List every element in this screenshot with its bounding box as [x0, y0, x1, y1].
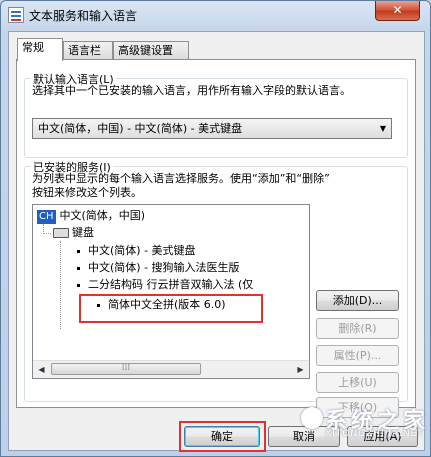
horizontal-scrollbar[interactable]: ◀ ⁞⁞⁞ ▶ [33, 360, 309, 378]
properties-button[interactable]: 属性(P)... [316, 345, 399, 366]
close-button[interactable]: ✕ [375, 1, 420, 21]
bullet-icon [97, 303, 100, 307]
dialog-body: 常规 语言栏 高级键设置 默认输入语言(L) 选择其中一个已安装的输入语言，用作… [8, 31, 425, 452]
tree-item-label: 中文(简体) - 搜狗输入法医生版 [88, 261, 240, 274]
dialog-window: 文本服务和输入语言 ✕ 常规 语言栏 高级键设置 默认输入语言(L) 选择其中一… [0, 0, 431, 457]
tree-language-label: 中文(简体，中国) [59, 209, 146, 222]
window-title: 文本服务和输入语言 [29, 9, 138, 23]
tree-item-label: 简体中文全拼(版本 6.0) [108, 298, 226, 311]
watermark-logo-icon [301, 407, 323, 429]
tree-connector [60, 241, 61, 329]
installed-services-description-2: 按钮来修改这个列表。 [32, 186, 142, 199]
ok-button[interactable]: 确定 [184, 426, 260, 447]
tree-category-node[interactable]: 键盘 [53, 225, 94, 241]
keyboard-icon [53, 228, 69, 238]
tree-item[interactable]: 简体中文全拼(版本 6.0) [97, 297, 226, 313]
scrollbar-thumb[interactable]: ⁞⁞⁞ [51, 363, 201, 375]
bullet-icon [77, 283, 80, 287]
default-language-value: 中文(简体，中国) - 中文(简体) - 美式键盘 [38, 122, 243, 135]
tree-item[interactable]: 中文(简体) - 搜狗输入法医生版 [77, 260, 240, 276]
default-language-select[interactable]: 中文(简体，中国) - 中文(简体) - 美式键盘 ▼ [32, 118, 392, 139]
remove-button[interactable]: 删除(R) [316, 318, 399, 339]
installed-services-description: 为列表中显示的每个输入语言选择服务。使用“添加”和“删除” [32, 172, 330, 185]
watermark-subtext: XITONGZHIJIA.NET [325, 429, 424, 439]
tab-general[interactable]: 常规 [17, 38, 63, 61]
title-bar[interactable]: 文本服务和输入语言 ✕ [1, 1, 430, 29]
tree-item-label: 中文(简体) - 美式键盘 [88, 244, 196, 257]
tree-connector [43, 233, 51, 234]
services-tree[interactable]: CH 中文(简体，中国) 键盘 中文(简体) - 美式键盘 中文(简体) - 搜狗… [32, 204, 310, 379]
tree-language-node[interactable]: CH 中文(简体，中国) [37, 208, 145, 224]
tree-item[interactable]: 中文(简体) - 美式键盘 [77, 243, 196, 259]
tab-panel-general: 默认输入语言(L) 选择其中一个已安装的输入语言，用作所有输入字段的默认语言。 … [16, 59, 416, 418]
scroll-right-icon[interactable]: ▶ [292, 361, 309, 378]
default-language-description: 选择其中一个已安装的输入语言，用作所有输入字段的默认语言。 [32, 84, 351, 97]
tab-advanced-key-settings[interactable]: 高级键设置 [113, 41, 189, 59]
tree-item-label: 二分结构码 行云拼音双输入法 (仅 [88, 278, 254, 291]
move-up-button[interactable]: 上移(U) [316, 372, 399, 393]
tree-category-label: 键盘 [72, 226, 94, 239]
watermark: 系统之家 XITONGZHIJIA.NET [301, 401, 426, 445]
bullet-icon [77, 266, 80, 270]
bullet-icon [77, 249, 80, 253]
chevron-down-icon: ▼ [379, 124, 386, 133]
scroll-left-icon[interactable]: ◀ [33, 361, 50, 378]
app-icon [8, 7, 24, 23]
tree-item[interactable]: 二分结构码 行云拼音双输入法 (仅 [77, 277, 253, 293]
tab-language-bar[interactable]: 语言栏 [63, 41, 113, 59]
add-button[interactable]: 添加(D)... [316, 290, 399, 311]
language-badge-icon: CH [37, 210, 56, 224]
